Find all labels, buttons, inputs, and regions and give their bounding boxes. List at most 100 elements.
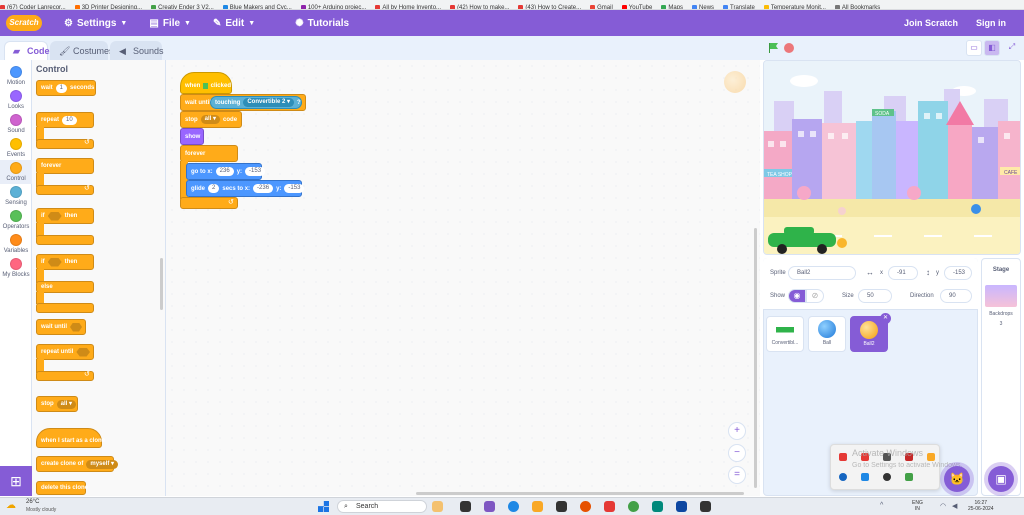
clock[interactable]: 16:27 25-06-2024: [968, 500, 994, 512]
y-position-input[interactable]: -153: [944, 266, 972, 280]
go-to-xy-block[interactable]: go to x: 236 y: -153: [186, 163, 266, 180]
if-then-block[interactable]: if then: [36, 208, 94, 224]
category-events[interactable]: Events: [0, 136, 32, 160]
condition-slot[interactable]: [70, 322, 82, 332]
bookmark-item[interactable]: Translate: [723, 3, 755, 9]
join-scratch-link[interactable]: Join Scratch: [904, 18, 958, 28]
delete-sprite-button[interactable]: ✕: [880, 313, 891, 324]
edit-menu[interactable]: ✎ Edit ▼: [213, 18, 255, 29]
x-position-input[interactable]: -91: [888, 266, 918, 280]
stop-option-dropdown[interactable]: all ▾: [200, 115, 221, 124]
glide-y-input[interactable]: -153: [284, 184, 305, 193]
direction-input[interactable]: 90: [940, 289, 972, 303]
zoom-out-button[interactable]: −: [728, 444, 746, 462]
bookmark-item[interactable]: 100+ Arduino projec...: [300, 3, 366, 9]
file-explorer-icon[interactable]: [532, 501, 543, 512]
category-variables[interactable]: Variables: [0, 232, 32, 256]
repeat-until-block[interactable]: repeat until: [36, 344, 94, 360]
repeat-value-input[interactable]: 10: [62, 115, 77, 125]
when-flag-clicked-block[interactable]: when clicked: [180, 72, 232, 94]
goto-y-input[interactable]: -153: [245, 167, 266, 176]
clone-target-dropdown[interactable]: myself ▾: [86, 459, 119, 469]
condition-slot[interactable]: [47, 211, 62, 221]
green-flag-button[interactable]: [768, 42, 779, 53]
forever-block[interactable]: forever: [36, 158, 94, 174]
weather-temp[interactable]: 26°C: [26, 499, 39, 505]
category-operators[interactable]: Operators: [0, 208, 32, 232]
category-looks[interactable]: Looks: [0, 88, 32, 112]
category-motion[interactable]: Motion: [0, 64, 32, 88]
delete-clone-block[interactable]: delete this clone: [36, 481, 88, 495]
bookmark-item[interactable]: News: [692, 3, 714, 9]
bookmark-item[interactable]: All Bookmarks: [834, 3, 880, 9]
if-then-else-block[interactable]: if then: [36, 254, 94, 270]
hide-sprite-toggle[interactable]: ⊘: [806, 289, 824, 303]
show-visible-toggle[interactable]: ◉: [788, 289, 806, 303]
wait-until-block[interactable]: wait until: [36, 319, 86, 335]
volume-icon[interactable]: ◀: [952, 502, 957, 510]
bookmark-item[interactable]: Temperature Monit...: [763, 3, 826, 9]
size-input[interactable]: 50: [858, 289, 892, 303]
stop-option-dropdown[interactable]: all ▾: [56, 399, 77, 409]
bookmark-item[interactable]: YouTube: [621, 3, 652, 9]
bookmark-item[interactable]: Creativ Ender 3 V2...: [151, 3, 214, 9]
normal-stage-button[interactable]: ◧: [984, 40, 1000, 56]
bookmark-item[interactable]: Gmail: [590, 3, 613, 9]
fullscreen-button[interactable]: ⤢: [1004, 40, 1020, 56]
stage-selector[interactable]: Stage Backdrops 3: [981, 258, 1021, 496]
forever-script-block[interactable]: forever: [180, 145, 238, 162]
tray-app-icon[interactable]: [839, 453, 847, 461]
when-clone-starts-block[interactable]: when I start as a clone: [36, 428, 105, 448]
choose-sprite-button[interactable]: 🐱: [944, 466, 970, 492]
tab-sounds[interactable]: ◀ Sounds: [110, 41, 164, 60]
goto-x-input[interactable]: 236: [215, 167, 234, 176]
tab-code[interactable]: ▰ Code: [4, 41, 50, 60]
create-clone-block[interactable]: create clone of myself ▾: [36, 456, 119, 472]
stop-script-block[interactable]: stop all ▾ code: [180, 111, 242, 128]
bookmark-item[interactable]: Maps: [661, 3, 683, 9]
bookmark-item[interactable]: Blue Makers and Cyc...: [222, 3, 292, 9]
stage-canvas[interactable]: TEA SHOP CAFE SODA: [763, 60, 1021, 255]
chrome-icon[interactable]: [628, 501, 639, 512]
task-view-icon[interactable]: [460, 501, 471, 512]
stop-button[interactable]: [784, 43, 794, 53]
bookmark-item[interactable]: 3D Printer Designing...: [74, 3, 142, 9]
sprite-tile-ball[interactable]: Ball: [808, 316, 846, 352]
touching-sensing-block[interactable]: touching Convertible 2 ▾ ?: [210, 96, 302, 109]
small-stage-button[interactable]: ▭: [966, 40, 982, 56]
sprite-tile-convertible[interactable]: Convertibl...: [766, 316, 804, 352]
tray-app-icon[interactable]: [905, 473, 913, 481]
tray-chevron-icon[interactable]: ^: [880, 502, 883, 509]
sign-in-link[interactable]: Sign in: [976, 18, 1006, 28]
bookmark-item[interactable]: (67) Coder Lanrecor...: [0, 3, 66, 9]
sprite-name-input[interactable]: Ball2: [788, 266, 856, 280]
repeat-block[interactable]: repeat 10: [36, 112, 94, 128]
stop-block[interactable]: stop all ▾: [36, 396, 78, 412]
zoom-reset-button[interactable]: =: [728, 466, 746, 484]
settings-menu[interactable]: ⚙ Settings ▼: [64, 18, 127, 29]
zoom-in-button[interactable]: +: [728, 422, 746, 440]
category-sensing[interactable]: Sensing: [0, 184, 32, 208]
store-icon[interactable]: [556, 501, 567, 512]
add-extension-button[interactable]: ⊞: [0, 466, 32, 496]
teams-icon[interactable]: [484, 501, 495, 512]
wait-value-input[interactable]: 1: [55, 83, 68, 93]
condition-slot[interactable]: [76, 347, 90, 357]
tutorials-button[interactable]: ✺ Tutorials: [295, 18, 349, 29]
file-menu[interactable]: ▤ File ▼: [149, 18, 191, 29]
palette-scrollbar[interactable]: [160, 258, 163, 310]
windows-start-icon[interactable]: [318, 501, 329, 512]
glide-to-xy-block[interactable]: glide 2 secs to x: -236 y: -153: [186, 180, 305, 197]
app-icon[interactable]: [700, 501, 711, 512]
arduino-icon[interactable]: [652, 501, 663, 512]
script-horizontal-scrollbar[interactable]: [416, 492, 744, 495]
category-sound[interactable]: Sound: [0, 112, 32, 136]
category-my-blocks[interactable]: My Blocks: [0, 256, 32, 280]
condition-slot[interactable]: [47, 257, 62, 267]
app-icon[interactable]: [676, 501, 687, 512]
category-control[interactable]: Control: [0, 160, 32, 184]
choose-backdrop-button[interactable]: ▣: [988, 466, 1014, 492]
taskbar-search[interactable]: ⌕ Search: [337, 500, 427, 513]
wifi-icon[interactable]: ◠: [940, 502, 946, 510]
app-icon[interactable]: [604, 501, 615, 512]
